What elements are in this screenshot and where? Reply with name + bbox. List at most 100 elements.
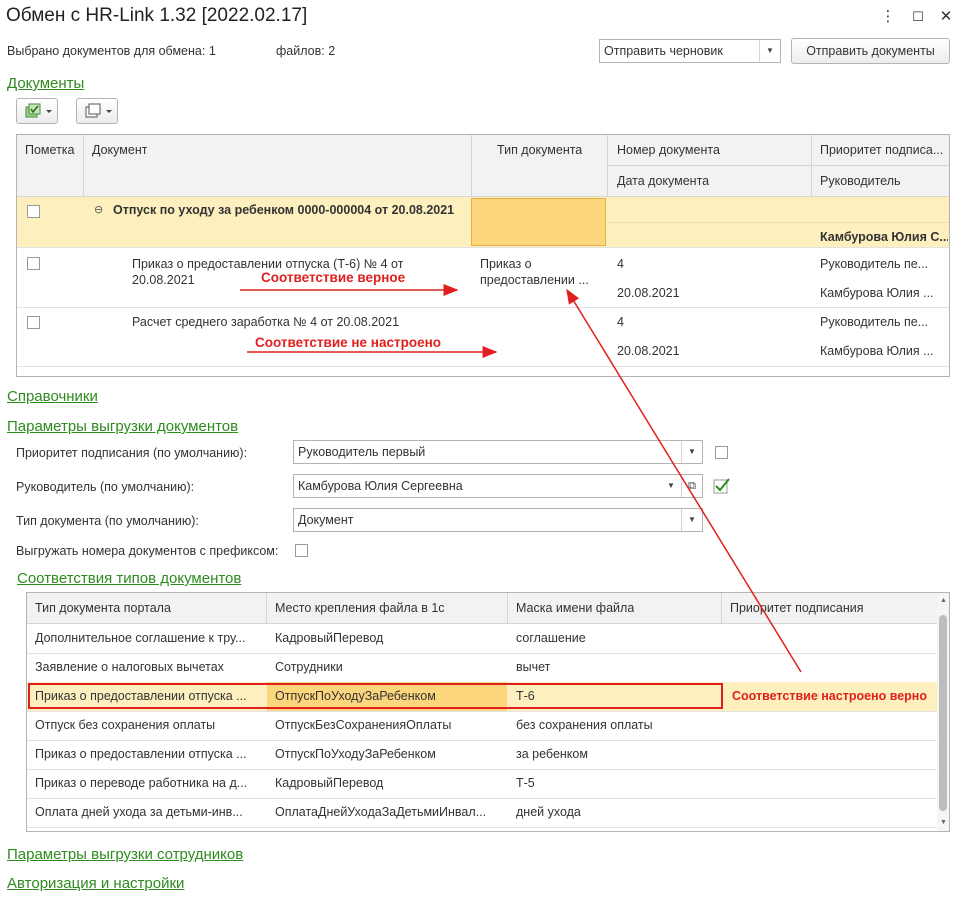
uncheck-list-icon: [85, 103, 112, 118]
selected-docs-count: 1: [208, 44, 216, 58]
prefix-label: Выгружать номера документов с префиксом:: [16, 544, 279, 558]
export-params-section-link[interactable]: Параметры выгрузки документов: [7, 418, 238, 435]
check-all-dropdown-button[interactable]: [16, 98, 58, 124]
doctype-default-value: Документ: [298, 513, 354, 527]
match-row4-type: Отпуск без сохранения оплаты: [35, 718, 216, 732]
open-icon[interactable]: ⧉: [681, 475, 702, 497]
priority-default-checkbox[interactable]: [715, 446, 728, 459]
priority-default-label: Приоритет подписания (по умолчанию):: [16, 446, 248, 460]
manager-default-checkmark-icon[interactable]: [713, 477, 731, 495]
scroll-up-icon[interactable]: ▲: [940, 597, 947, 604]
doctype-default-select[interactable]: Документ ▼: [293, 508, 703, 532]
files-count: 2: [328, 44, 336, 58]
annotation-correct: Соответствие верное: [261, 270, 406, 285]
employee-params-section-link[interactable]: Параметры выгрузки сотрудников: [7, 846, 243, 863]
group-row-checkbox[interactable]: [27, 205, 40, 218]
window-title: Обмен с HR-Link 1.32 [2022.02.17]: [6, 5, 308, 26]
row1-manager: Камбурова Юлия ...: [820, 286, 934, 300]
more-menu-icon[interactable]: ⋮: [877, 6, 899, 28]
priority-default-select[interactable]: Руководитель первый ▼: [293, 440, 703, 464]
documents-table: Пометка Документ Тип документа Номер док…: [16, 134, 950, 377]
directories-section-link[interactable]: Справочники: [7, 388, 98, 405]
scroll-down-icon[interactable]: ▼: [940, 819, 947, 826]
match-row2-place: Сотрудники: [275, 660, 343, 674]
matches-table: Тип документа портала Место крепления фа…: [26, 592, 950, 832]
row2-document-line1: Расчет среднего заработка № 4 от 20.08.2…: [132, 315, 400, 329]
match-row5-place: ОтпускПоУходуЗаРебенком: [275, 747, 436, 761]
match-row7-place: ОплатаДнейУходаЗаДетьмиИнвал...: [275, 805, 487, 819]
manager-default-select[interactable]: Камбурова Юлия Сергеевна ▼ ⧉: [293, 474, 703, 498]
header-doc-date[interactable]: Дата документа: [617, 174, 709, 188]
match-row2-type: Заявление о налоговых вычетах: [35, 660, 224, 674]
check-list-icon: [25, 103, 52, 118]
row2-number: 4: [617, 315, 624, 329]
match-row3-mask: Т-6: [516, 689, 535, 703]
row2-checkbox[interactable]: [27, 316, 40, 329]
row1-type-line1: Приказ о: [480, 257, 532, 271]
row1-document-line1: Приказ о предоставлении отпуска (Т-6) № …: [132, 257, 404, 271]
send-mode-select[interactable]: Отправить черновик ▼: [599, 39, 781, 63]
match-row5-mask: за ребенком: [516, 747, 588, 761]
uncheck-all-dropdown-button[interactable]: [76, 98, 118, 124]
match-row4-mask: без сохранения оплаты: [516, 718, 653, 732]
collapse-group-icon[interactable]: ⊖: [94, 203, 103, 216]
chevron-down-icon[interactable]: ▼: [681, 441, 702, 463]
files-text: файлов:: [276, 44, 325, 58]
header-document[interactable]: Документ: [92, 143, 147, 157]
matches-scrollbar[interactable]: ▲ ▼: [937, 593, 949, 831]
priority-default-value: Руководитель первый: [298, 445, 426, 459]
row1-priority: Руководитель пе...: [820, 257, 929, 271]
manager-default-label: Руководитель (по умолчанию):: [16, 480, 195, 494]
match-row6-place: КадровыйПеревод: [275, 776, 384, 790]
send-mode-value: Отправить черновик: [604, 44, 723, 58]
header-mask[interactable]: Маска имени файла: [516, 601, 634, 615]
selected-docs-text: Выбрано документов для обмена:: [7, 44, 206, 58]
row2-priority: Руководитель пе...: [820, 315, 929, 329]
header-place[interactable]: Место крепления файла в 1с: [275, 601, 445, 615]
row1-number: 4: [617, 257, 624, 271]
match-row3-type: Приказ о предоставлении отпуска ...: [35, 689, 247, 703]
maximize-icon[interactable]: ☐: [907, 6, 929, 28]
match-row1-place: КадровыйПеревод: [275, 631, 384, 645]
row2-date: 20.08.2021: [617, 344, 680, 358]
match-row7-type: Оплата дней ухода за детьми-инв...: [35, 805, 243, 819]
group-document: Отпуск по уходу за ребенком 0000-000004 …: [113, 203, 455, 217]
documents-section-link[interactable]: Документы: [7, 75, 84, 92]
send-documents-button[interactable]: Отправить документы: [791, 38, 950, 64]
row1-checkbox[interactable]: [27, 257, 40, 270]
header-priority[interactable]: Приоритет подписа...: [820, 143, 948, 157]
prefix-checkbox[interactable]: [295, 544, 308, 557]
match-row4-place: ОтпускБезСохраненияОплаты: [275, 718, 452, 732]
doctype-default-label: Тип документа (по умолчанию):: [16, 514, 199, 528]
header-manager[interactable]: Руководитель: [820, 174, 901, 188]
header-mark[interactable]: Пометка: [25, 143, 75, 157]
type-matches-section-link[interactable]: Соответствия типов документов: [17, 570, 241, 587]
close-icon[interactable]: ✕: [935, 6, 957, 28]
group-manager: Камбурова Юлия С...: [820, 230, 948, 244]
header-doc-number[interactable]: Номер документа: [617, 143, 720, 157]
match-row1-mask: соглашение: [516, 631, 586, 645]
row1-type-line2: предоставлении ...: [480, 273, 589, 287]
chevron-down-icon[interactable]: ▼: [661, 475, 681, 497]
match-row3-place: ОтпускПоУходуЗаРебенком: [275, 689, 436, 703]
match-row2-mask: вычет: [516, 660, 551, 674]
manager-default-value: Камбурова Юлия Сергеевна: [298, 479, 463, 493]
annotation-configured-correctly: Соответствие настроено верно: [732, 689, 927, 703]
row1-date: 20.08.2021: [617, 286, 680, 300]
header-portal-type[interactable]: Тип документа портала: [35, 601, 171, 615]
match-row1-type: Дополнительное соглашение к тру...: [35, 631, 246, 645]
header-doc-type[interactable]: Тип документа: [497, 143, 582, 157]
selected-docs-label: Выбрано документов для обмена: 1: [7, 44, 216, 58]
files-label: файлов: 2: [276, 44, 335, 58]
scrollbar-thumb[interactable]: [939, 615, 947, 811]
match-row6-type: Приказ о переводе работника на д...: [35, 776, 248, 790]
row2-manager: Камбурова Юлия ...: [820, 344, 934, 358]
match-row5-type: Приказ о предоставлении отпуска ...: [35, 747, 247, 761]
selected-type-cell[interactable]: [471, 198, 606, 246]
match-row7-mask: дней ухода: [516, 805, 581, 819]
chevron-down-icon[interactable]: ▼: [681, 509, 702, 531]
match-row6-mask: Т-5: [516, 776, 535, 790]
chevron-down-icon[interactable]: ▼: [759, 40, 780, 62]
header-match-priority[interactable]: Приоритет подписания: [730, 601, 863, 615]
auth-section-link[interactable]: Авторизация и настройки: [7, 875, 184, 892]
